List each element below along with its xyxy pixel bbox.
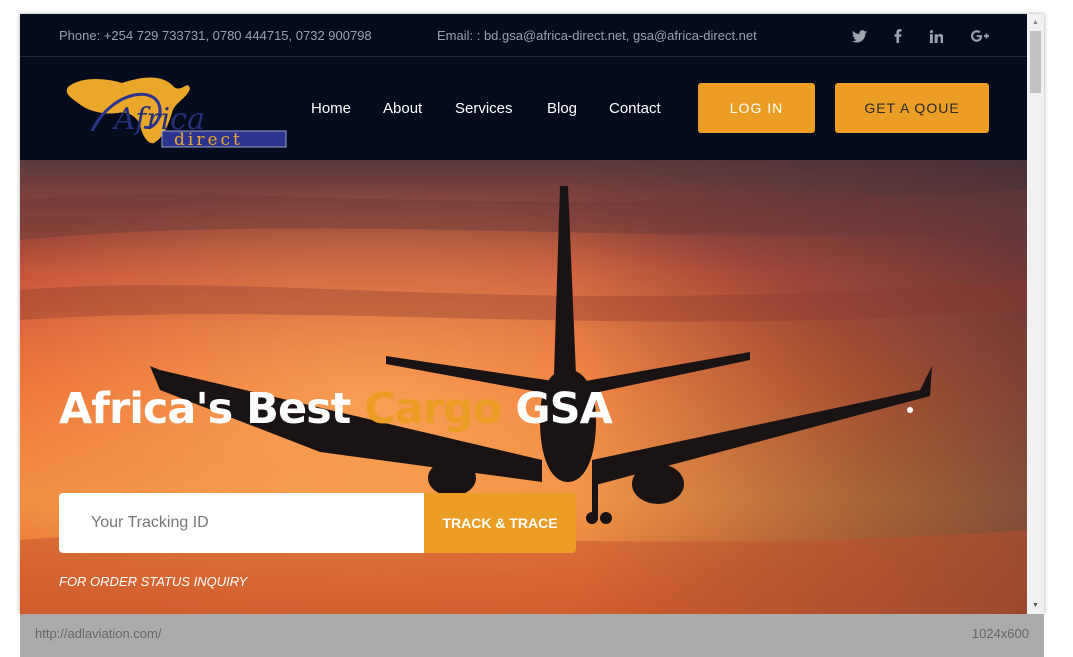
nav-about[interactable]: About [383,100,422,117]
nav-home[interactable]: Home [311,100,351,117]
status-viewport-size: 1024x600 [971,626,1029,641]
hero-title-part1: Africa's Best [59,384,365,434]
africa-direct-logo[interactable]: Africa direct [62,69,290,150]
scroll-down-arrow-icon[interactable]: ▼ [1027,597,1044,614]
scroll-up-arrow-icon[interactable]: ▲ [1027,14,1044,31]
facebook-icon[interactable] [888,26,908,46]
track-and-trace-button[interactable]: TRACK & TRACE [424,493,576,553]
tracking-id-input[interactable] [59,493,424,553]
tracking-form: TRACK & TRACE [59,493,576,553]
top-contact-bar: Phone: +254 729 733731, 0780 444715, 073… [20,14,1027,57]
preview-status-bar: http://adlaviation.com/ 1024x600 [20,614,1044,657]
google-plus-icon[interactable] [969,26,991,46]
phone-info: Phone: +254 729 733731, 0780 444715, 073… [59,28,372,43]
linkedin-icon[interactable] [926,26,946,46]
hero-title-part2: GSA [501,384,613,434]
tracking-caption: FOR ORDER STATUS INQUIRY [59,574,248,589]
main-navbar: Africa direct Home About Services Blog C… [20,57,1027,160]
logo-text-direct: direct [174,130,243,149]
hero-title-accent: Cargo [364,384,502,434]
twitter-icon[interactable] [849,26,869,46]
nav-services[interactable]: Services [455,100,513,117]
nav-blog[interactable]: Blog [547,100,577,117]
email-info: Email: : bd.gsa@africa-direct.net, gsa@a… [437,28,757,43]
vertical-scrollbar[interactable]: ▲ ▼ [1027,14,1044,614]
login-button[interactable]: LOG IN [698,83,815,133]
status-url: http://adlaviation.com/ [35,626,162,641]
browser-viewport: Phone: +254 729 733731, 0780 444715, 073… [20,14,1044,614]
scrollbar-thumb[interactable] [1030,31,1041,93]
get-quote-button[interactable]: GET A QOUE [835,83,989,133]
hero-section: Africa's Best Cargo GSA TRACK & TRACE FO… [20,160,1027,614]
hero-title: Africa's Best Cargo GSA [59,384,613,434]
nav-contact[interactable]: Contact [609,100,661,117]
